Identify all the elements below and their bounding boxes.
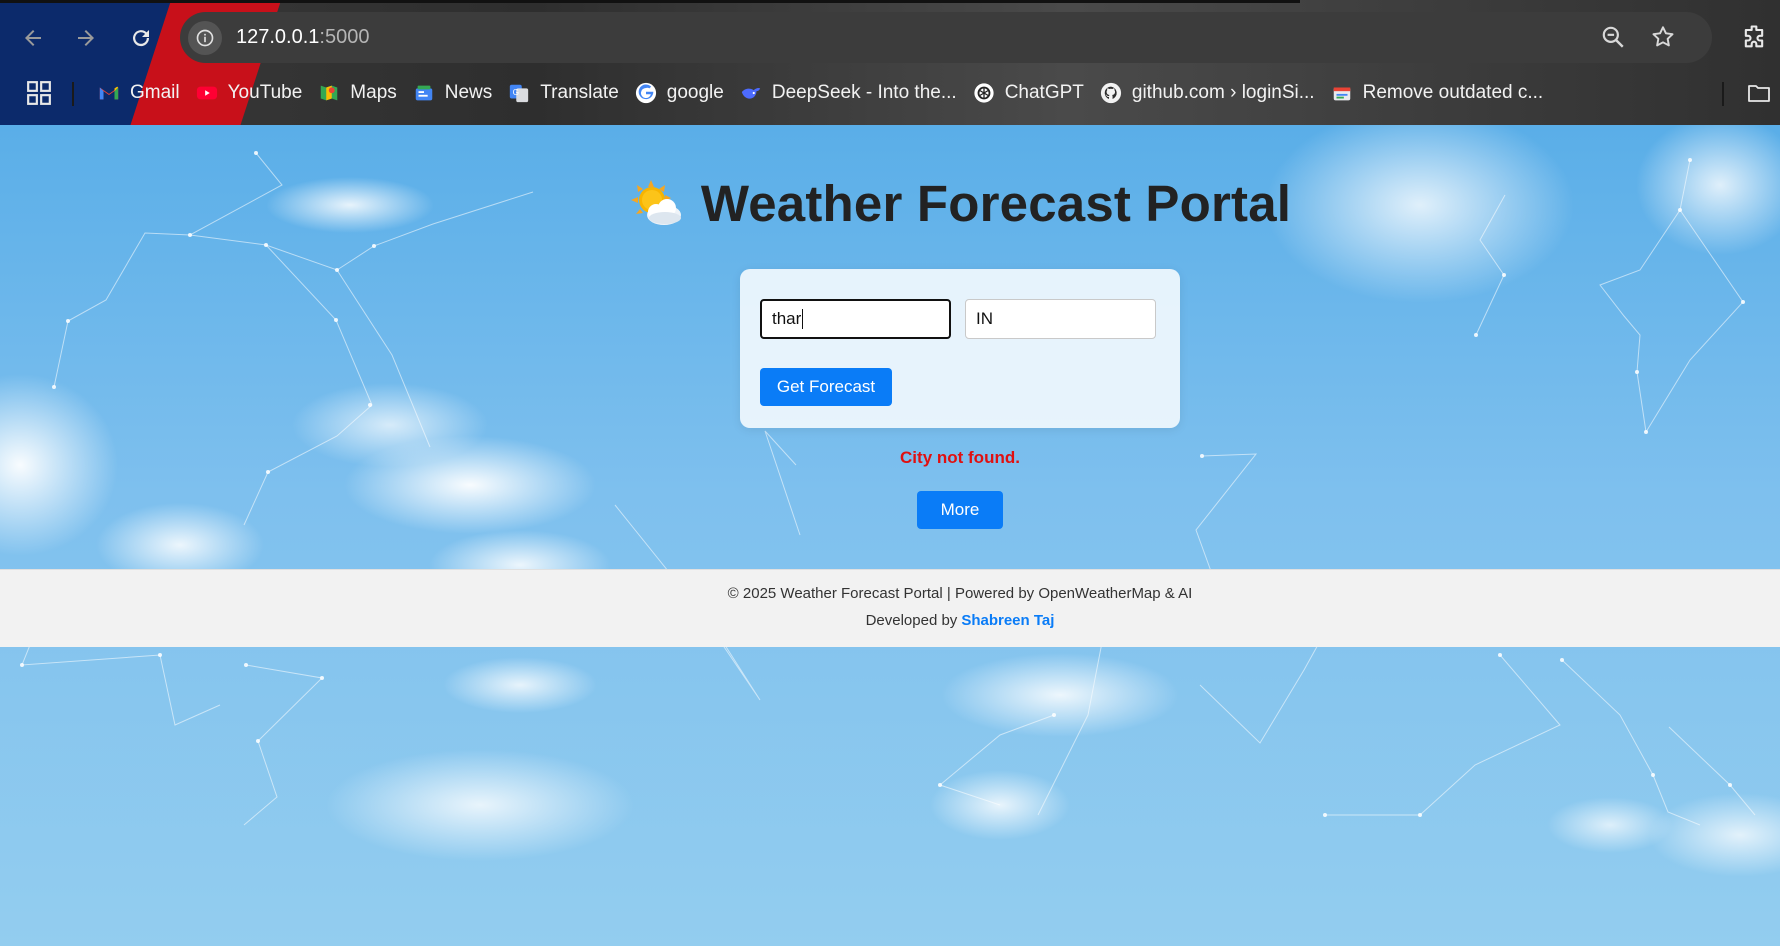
bookmarks-separator (1722, 82, 1724, 106)
bookmark-deepseek[interactable]: DeepSeek - Into the... (736, 76, 965, 110)
info-icon (196, 29, 214, 46)
browser-chrome: 127.0.0.1:5000 Gmail YouTube Maps News G… (0, 0, 1780, 125)
bookmark-google[interactable]: google (631, 76, 732, 110)
github-icon (1100, 82, 1122, 104)
bookmark-maps[interactable]: Maps (314, 76, 404, 110)
page-viewport: Weather Forecast Portal thar IN Get Fore… (0, 125, 1780, 946)
more-button[interactable]: More (917, 491, 1003, 529)
search-card: thar IN Get Forecast (740, 269, 1180, 428)
page-title: Weather Forecast Portal (700, 174, 1292, 232)
bookmark-youtube[interactable]: YouTube (192, 76, 311, 110)
country-input[interactable]: IN (965, 299, 1156, 339)
text-cursor (802, 309, 804, 329)
bookmark-label: github.com › loginSi... (1131, 82, 1315, 103)
bookmarks-bar: Gmail YouTube Maps News G Translate goog… (0, 72, 1780, 114)
arrow-left-icon (25, 30, 41, 46)
footer-copyright: © 2025 Weather Forecast Portal | Powered… (727, 585, 1193, 602)
sun-behind-cloud-icon (630, 180, 681, 225)
footer: © 2025 Weather Forecast Portal | Powered… (0, 569, 1780, 647)
remove-content-icon (1331, 82, 1353, 104)
svg-text:G: G (513, 88, 519, 97)
google-icon (635, 82, 657, 104)
url-text[interactable]: 127.0.0.1:5000 (236, 26, 369, 49)
get-forecast-button[interactable]: Get Forecast (760, 368, 892, 406)
bookmark-label: Remove outdated c... (1362, 82, 1544, 103)
chatgpt-icon (973, 82, 995, 104)
url-port: :5000 (319, 26, 370, 48)
apps-grid-icon[interactable] (26, 80, 52, 106)
tab-strip-edge (0, 0, 1300, 3)
translate-icon: G (508, 82, 530, 104)
bookmark-gmail[interactable]: Gmail (94, 76, 188, 110)
city-input-value: thar (772, 309, 802, 328)
bookmark-list: Gmail YouTube Maps News G Translate goog… (94, 72, 1555, 114)
bookmark-label: Maps (350, 82, 397, 103)
bookmark-chatgpt[interactable]: ChatGPT (969, 76, 1092, 110)
bookmarks-separator (72, 82, 74, 106)
zoom-icon[interactable] (1600, 24, 1626, 50)
forward-button[interactable] (66, 18, 106, 58)
header: Weather Forecast Portal (0, 173, 1780, 233)
reload-button[interactable] (121, 18, 161, 58)
bookmark-label: ChatGPT (1004, 82, 1084, 103)
footer-developed-by: Developed by (865, 612, 958, 629)
error-message: City not found. (900, 448, 1020, 467)
bookmark-label: google (666, 82, 724, 103)
reload-icon (133, 30, 150, 47)
maps-icon (318, 82, 340, 104)
site-info-button[interactable] (188, 20, 222, 55)
bookmark-translate[interactable]: G Translate (504, 76, 627, 110)
developer-name-link[interactable]: Shabreen Taj (961, 612, 1054, 629)
bookmark-remove-outdated[interactable]: Remove outdated c... (1327, 76, 1552, 110)
bookmark-star-icon[interactable] (1650, 24, 1676, 50)
gmail-icon (98, 82, 120, 104)
bookmark-news[interactable]: News (409, 76, 501, 110)
youtube-icon (196, 82, 218, 104)
bookmark-label: DeepSeek - Into the... (771, 82, 957, 103)
address-bar[interactable]: 127.0.0.1:5000 (180, 12, 1712, 63)
bookmark-label: Translate (540, 82, 619, 103)
extensions-icon[interactable] (1740, 23, 1768, 51)
news-icon (413, 82, 435, 104)
folder-icon[interactable] (1746, 81, 1772, 105)
city-input[interactable]: thar (760, 299, 951, 339)
arrow-right-icon (78, 30, 94, 46)
country-input-value: IN (976, 309, 993, 328)
bookmark-label: YouTube (227, 82, 303, 103)
bookmark-label: Gmail (130, 82, 180, 103)
deepseek-icon (740, 82, 762, 104)
back-button[interactable] (13, 18, 53, 58)
footer-credit: Developed by Shabreen Taj (0, 612, 1780, 629)
url-host: 127.0.0.1 (236, 26, 320, 48)
network-lines-background (20, 151, 1756, 826)
bookmark-label: News (444, 82, 493, 103)
bookmark-github[interactable]: github.com › loginSi... (1096, 76, 1323, 110)
